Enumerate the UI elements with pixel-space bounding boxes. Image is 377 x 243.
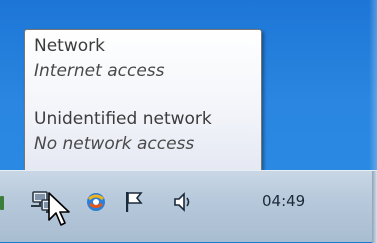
action-center-flag-icon[interactable] xyxy=(122,189,148,215)
connection-1-status: Internet access xyxy=(34,61,165,81)
connection-2-status: No network access xyxy=(34,134,195,154)
clock[interactable]: 04:49 xyxy=(262,192,305,210)
hidden-tray-icon[interactable] xyxy=(0,193,6,213)
show-desktop-button[interactable] xyxy=(372,171,377,243)
connection-2-title: Unidentified network xyxy=(34,109,212,129)
network-tooltip: Network Internet access Unidentified net… xyxy=(24,29,262,174)
desktop-edge xyxy=(369,0,377,170)
update-icon[interactable] xyxy=(84,190,108,214)
volume-icon[interactable] xyxy=(172,190,196,214)
connection-1-title: Network xyxy=(34,36,105,56)
mouse-cursor-icon xyxy=(48,192,70,226)
